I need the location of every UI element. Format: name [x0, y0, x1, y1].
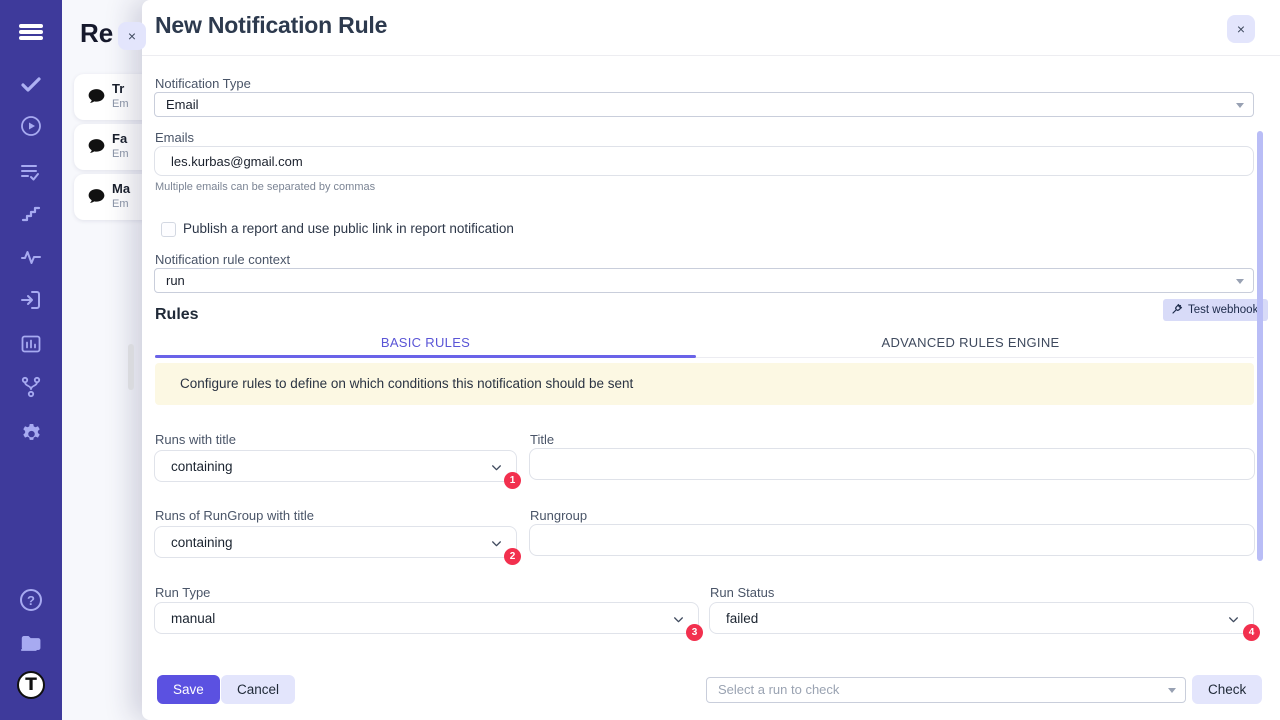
chevron-down-icon: [490, 537, 503, 550]
rules-info-box: Configure rules to define on which condi…: [155, 363, 1254, 405]
list-item-title: Ma: [112, 181, 130, 196]
notification-type-select[interactable]: Email: [154, 92, 1254, 117]
list-item-subtitle: Em: [112, 98, 129, 110]
run-status-select[interactable]: failed: [709, 602, 1254, 634]
modal-scrollbar-thumb[interactable]: [1257, 131, 1263, 561]
rules-heading: Rules: [155, 306, 199, 324]
list-item-title: Tr: [112, 81, 124, 96]
speech-bubble-icon: [86, 136, 107, 162]
chevron-down-icon: [672, 613, 685, 626]
bar-chart-icon[interactable]: [0, 331, 62, 357]
folder-icon[interactable]: [0, 630, 62, 656]
run-type-value: manual: [171, 611, 215, 626]
context-label: Notification rule context: [155, 252, 290, 267]
app-logo[interactable]: T: [0, 672, 62, 698]
close-icon[interactable]: ×: [1227, 15, 1255, 43]
new-notification-rule-modal: New Notification Rule × Notification Typ…: [142, 0, 1280, 720]
play-circle-icon[interactable]: [0, 113, 62, 139]
rungroup-title-value: containing: [171, 535, 233, 550]
run-type-select[interactable]: manual: [154, 602, 699, 634]
background-page-title: Re: [80, 18, 113, 49]
test-webhook-button[interactable]: Test webhook: [1163, 299, 1268, 321]
close-icon[interactable]: ×: [118, 22, 146, 50]
title-input[interactable]: [529, 448, 1255, 480]
rungroup-label: Rungroup: [530, 508, 587, 523]
sidebar: ? T: [0, 0, 62, 720]
chevron-down-icon: [1227, 613, 1240, 626]
context-value: run: [166, 273, 185, 288]
runs-with-title-value: containing: [171, 459, 233, 474]
list-item-subtitle: Em: [112, 198, 129, 210]
menu-icon[interactable]: [0, 19, 62, 45]
title-label: Title: [530, 432, 554, 447]
emails-helper-text: Multiple emails can be separated by comm…: [155, 181, 375, 193]
rule-badge-2: 2: [504, 548, 521, 565]
context-select[interactable]: run: [154, 268, 1254, 293]
emails-value: les.kurbas@gmail.com: [171, 154, 303, 169]
activity-icon[interactable]: [0, 244, 62, 270]
cancel-button[interactable]: Cancel: [221, 675, 295, 704]
list-item-title: Fa: [112, 131, 127, 146]
background-scrollbar-thumb[interactable]: [128, 344, 134, 390]
rules-info-text: Configure rules to define on which condi…: [180, 376, 633, 391]
tab-basic-rules[interactable]: BASIC RULES: [155, 335, 696, 350]
emails-label: Emails: [155, 130, 194, 145]
rungroup-title-label: Runs of RunGroup with title: [155, 508, 314, 523]
speech-bubble-icon: [86, 186, 107, 212]
check-button[interactable]: Check: [1192, 675, 1262, 704]
runs-with-title-label: Runs with title: [155, 432, 236, 447]
notification-type-value: Email: [166, 97, 199, 112]
logo-letter: T: [25, 675, 37, 695]
branch-icon[interactable]: [0, 374, 62, 400]
save-button[interactable]: Save: [157, 675, 220, 704]
run-to-check-placeholder: Select a run to check: [718, 682, 839, 697]
run-status-value: failed: [726, 611, 758, 626]
steps-icon[interactable]: [0, 201, 62, 227]
app-page: ? T Re Tr Em Fa Em Ma Em × New Notifica: [0, 0, 1280, 720]
help-icon[interactable]: ?: [0, 587, 62, 613]
gear-icon[interactable]: [0, 419, 62, 445]
rule-badge-1: 1: [504, 472, 521, 489]
notification-type-label: Notification Type: [155, 76, 251, 91]
rungroup-title-select[interactable]: containing: [154, 526, 517, 558]
list-check-icon[interactable]: [0, 159, 62, 185]
publish-report-checkbox[interactable]: [161, 222, 176, 237]
active-tab-underline: [155, 355, 696, 358]
dropdown-arrow-icon: [1236, 279, 1244, 284]
check-icon[interactable]: [0, 71, 62, 97]
list-item-subtitle: Em: [112, 148, 129, 160]
rule-badge-4: 4: [1243, 624, 1260, 641]
dropdown-arrow-icon: [1168, 688, 1176, 693]
test-webhook-label: Test webhook: [1188, 304, 1258, 316]
rule-badge-3: 3: [686, 624, 703, 641]
dropdown-arrow-icon: [1236, 103, 1244, 108]
emails-input[interactable]: les.kurbas@gmail.com: [154, 146, 1254, 176]
runs-with-title-select[interactable]: containing: [154, 450, 517, 482]
speech-bubble-icon: [86, 86, 107, 112]
import-icon[interactable]: [0, 287, 62, 313]
run-to-check-select[interactable]: Select a run to check: [706, 677, 1186, 703]
publish-report-label: Publish a report and use public link in …: [183, 221, 514, 236]
tab-advanced-rules-engine[interactable]: ADVANCED RULES ENGINE: [700, 335, 1241, 350]
chevron-down-icon: [490, 461, 503, 474]
run-type-label: Run Type: [155, 585, 210, 600]
modal-title: New Notification Rule: [155, 12, 387, 39]
plug-icon: [1171, 303, 1183, 318]
run-status-label: Run Status: [710, 585, 774, 600]
rungroup-input[interactable]: [529, 524, 1255, 556]
header-divider: [142, 55, 1280, 56]
